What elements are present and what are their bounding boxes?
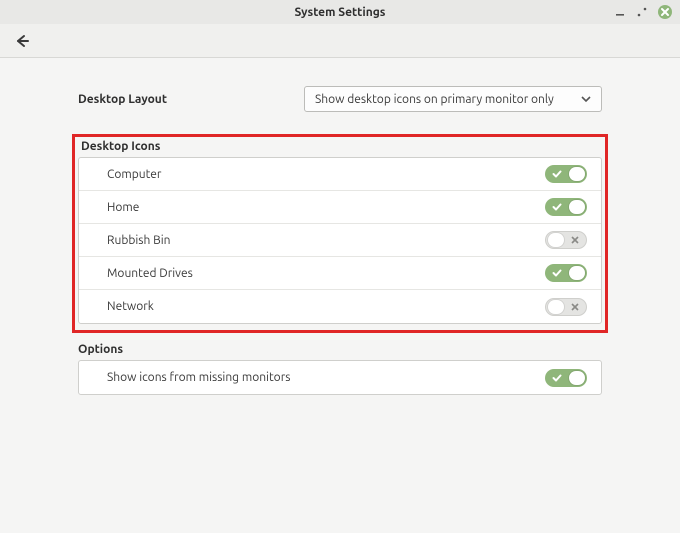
chevron-down-icon xyxy=(581,94,591,104)
option-label: Show icons from missing monitors xyxy=(107,371,290,384)
x-icon xyxy=(571,236,579,244)
window-controls xyxy=(614,5,680,19)
desktop-icon-label: Mounted Drives xyxy=(107,267,193,280)
desktop-layout-row: Desktop Layout Show desktop icons on pri… xyxy=(78,86,602,112)
desktop-icon-toggle-home[interactable] xyxy=(545,198,587,216)
desktop-icons-heading: Desktop Icons xyxy=(78,140,602,153)
options-block: Options Show icons from missing monitors xyxy=(78,343,602,395)
desktop-icon-toggle-computer[interactable] xyxy=(545,165,587,183)
option-row-show-icons-from-missing-monitors: Show icons from missing monitors xyxy=(79,361,601,394)
minimize-button[interactable] xyxy=(614,6,626,18)
check-icon xyxy=(552,169,562,179)
titlebar: System Settings xyxy=(0,0,680,24)
desktop-icon-label: Home xyxy=(107,201,139,214)
desktop-icon-row-computer: Computer xyxy=(79,158,601,191)
options-panel: Show icons from missing monitors xyxy=(78,360,602,395)
back-button[interactable] xyxy=(10,29,34,53)
window-title: System Settings xyxy=(0,6,680,19)
desktop-layout-dropdown[interactable]: Show desktop icons on primary monitor on… xyxy=(304,86,602,112)
desktop-icon-row-rubbish-bin: Rubbish Bin xyxy=(79,224,601,257)
desktop-icon-label: Network xyxy=(107,300,154,313)
toolbar xyxy=(0,24,680,58)
check-icon xyxy=(552,373,562,383)
desktop-layout-selected: Show desktop icons on primary monitor on… xyxy=(315,93,554,106)
option-toggle-show-icons-from-missing-monitors[interactable] xyxy=(545,369,587,387)
desktop-icon-toggle-mounted-drives[interactable] xyxy=(545,264,587,282)
desktop-icon-label: Computer xyxy=(107,168,161,181)
close-button[interactable] xyxy=(658,5,672,19)
desktop-icon-row-network: Network xyxy=(79,290,601,323)
desktop-icon-label: Rubbish Bin xyxy=(107,234,170,247)
desktop-icon-toggle-rubbish-bin[interactable] xyxy=(545,231,587,249)
x-icon xyxy=(571,303,579,311)
desktop-icons-highlight: Desktop Icons Computer Home Rubbish Bin Mou… xyxy=(72,134,608,333)
maximize-button[interactable] xyxy=(636,6,648,18)
check-icon xyxy=(552,268,562,278)
desktop-icon-row-home: Home xyxy=(79,191,601,224)
desktop-icons-panel: Computer Home Rubbish Bin Mounted Drives Net… xyxy=(78,157,602,324)
desktop-layout-label: Desktop Layout xyxy=(78,93,167,106)
arrow-left-icon xyxy=(14,33,30,49)
check-icon xyxy=(552,202,562,212)
content-area: Desktop Layout Show desktop icons on pri… xyxy=(0,58,680,395)
options-heading: Options xyxy=(78,343,602,356)
desktop-icon-row-mounted-drives: Mounted Drives xyxy=(79,257,601,290)
desktop-icon-toggle-network[interactable] xyxy=(545,298,587,316)
